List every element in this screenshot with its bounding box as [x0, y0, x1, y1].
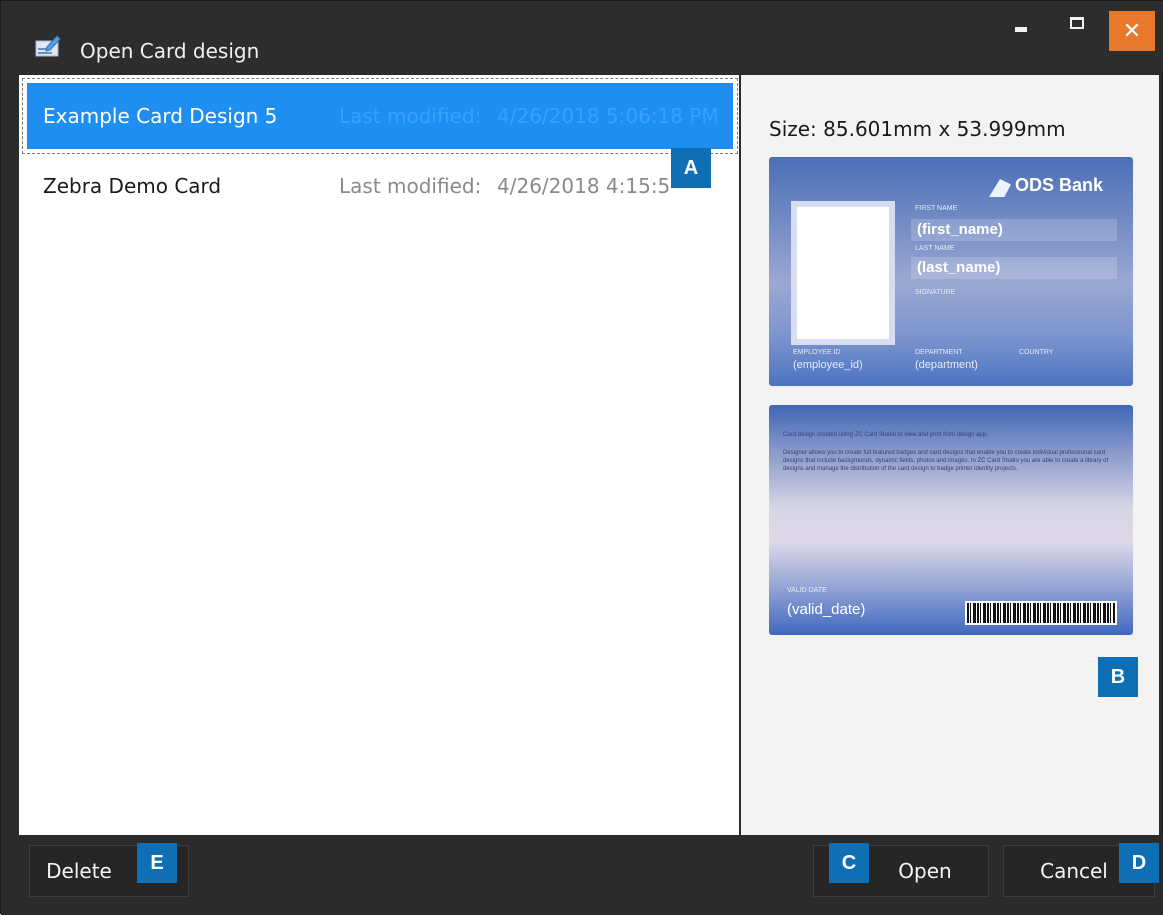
close-icon: ✕: [1122, 18, 1142, 44]
minimize-icon: [1015, 26, 1027, 32]
bank-name: ODS Bank: [1015, 175, 1104, 195]
bank-logo-icon: [989, 179, 1011, 197]
window-title: Open Card design: [80, 39, 260, 63]
maximize-button[interactable]: [1053, 1, 1101, 45]
list-item-selected[interactable]: Example Card Design 5 Last modified: 4/2…: [22, 78, 738, 154]
last-name-label: LAST NAME: [915, 245, 955, 252]
callout-c: C: [829, 843, 869, 883]
callout-e: E: [137, 843, 177, 883]
last-modified-value: 4/26/2018 4:15:5: [497, 174, 671, 198]
callout-d: D: [1119, 843, 1159, 883]
callout-b: B: [1098, 657, 1138, 697]
card-front-preview: ODS Bank FIRST NAME (first_name) LAST NA…: [769, 157, 1133, 386]
country-label: COUNTRY: [1019, 349, 1054, 356]
back-text-line: Card design created using ZC Card Studio…: [783, 432, 988, 438]
card-design-name: Zebra Demo Card: [43, 174, 222, 198]
department-value: (department): [915, 359, 978, 371]
callout-a: A: [671, 148, 711, 188]
card-design-name: Example Card Design 5: [43, 104, 278, 128]
department-label: DEPARTMENT: [915, 349, 963, 356]
minimize-button[interactable]: [997, 1, 1045, 45]
back-text-block: Designer allows you to create full featu…: [783, 450, 1109, 472]
valid-date-label: VALID DATE: [787, 587, 827, 594]
title-bar[interactable]: Open Card design ✕: [1, 1, 1163, 73]
first-name-value: (first_name): [917, 221, 1003, 238]
last-modified-label: Last modified:: [339, 104, 482, 128]
signature-label: SIGNATURE: [915, 289, 956, 296]
card-edit-icon: [35, 35, 61, 57]
photo-placeholder: [791, 201, 895, 345]
card-size-text: Size: 85.601mm x 53.999mm: [769, 117, 1066, 141]
maximize-icon: [1070, 17, 1084, 29]
cancel-button-label: Cancel: [1040, 859, 1108, 883]
card-back-preview: Card design created using ZC Card Studio…: [769, 405, 1133, 635]
valid-date-value: (valid_date): [787, 601, 866, 618]
employee-id-label: EMPLOYEE ID: [793, 349, 841, 356]
open-card-design-dialog: Open Card design ✕ Example Card Design 5…: [0, 0, 1163, 915]
first-name-label: FIRST NAME: [915, 205, 958, 212]
card-preview-panel: Size: 85.601mm x 53.999mm ODS Bank FIRST…: [741, 75, 1159, 835]
employee-id-value: (employee_id): [793, 359, 863, 371]
delete-button-label: Delete: [46, 859, 112, 883]
close-button[interactable]: ✕: [1109, 11, 1155, 51]
last-modified-value: 4/26/2018 5:06:18 PM: [497, 104, 719, 128]
barcode-icon: [965, 601, 1117, 625]
list-item[interactable]: Zebra Demo Card Last modified: 4/26/2018…: [27, 153, 733, 219]
card-design-list: Example Card Design 5 Last modified: 4/2…: [19, 75, 739, 835]
open-button-label: Open: [898, 859, 952, 883]
last-modified-label: Last modified:: [339, 174, 482, 198]
last-name-value: (last_name): [917, 259, 1001, 276]
